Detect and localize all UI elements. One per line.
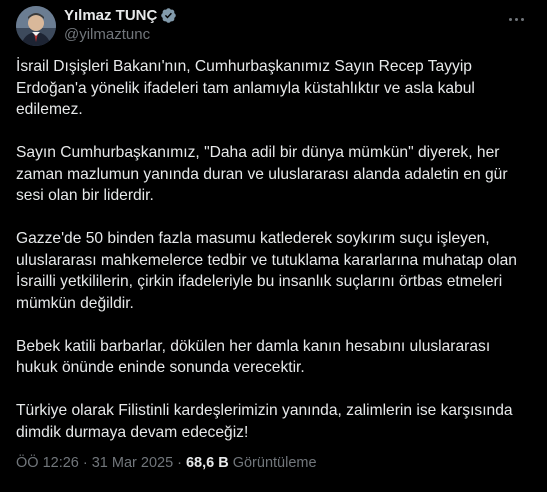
avatar[interactable] [16,6,56,46]
tweet-paragraph: İsrail Dışişleri Bakanı'nın, Cumhurbaşka… [16,58,475,118]
tweet-time[interactable]: ÖÖ 12:26 [16,455,79,471]
tweet-date[interactable]: 31 Mar 2025 [92,455,173,471]
tweet: Yılmaz TUNÇ @yilmaztunc İsrail Dışişleri… [0,0,547,492]
author-names: Yılmaz TUNÇ @yilmaztunc [64,6,531,43]
tweet-paragraph: Türkiye olarak Filistinli kardeşlerimizi… [16,402,513,441]
display-name[interactable]: Yılmaz TUNÇ [64,7,157,24]
tweet-meta: ÖÖ 12:26 · 31 Mar 2025 · 68,6 B Görüntül… [16,455,317,471]
meta-separator: · [177,455,182,471]
views-count: 68,6 B [185,455,229,471]
tweet-paragraph: Bebek katili barbarlar, dökülen her daml… [16,337,491,377]
views-label: Görüntüleme [232,455,317,471]
more-options-icon[interactable] [499,2,533,36]
tweet-paragraph: Gazze'de 50 binden fazla masumu katleder… [16,230,517,312]
verified-badge-icon [160,7,177,24]
handle[interactable]: @yilmaztunc [64,26,531,43]
tweet-text: İsrail Dışişleri Bakanı'nın, Cumhurbaşka… [16,56,534,443]
tweet-paragraph: Sayın Cumhurbaşkanımız, "Daha adil bir d… [16,144,508,204]
meta-separator: · [82,455,88,471]
tweet-header: Yılmaz TUNÇ @yilmaztunc [16,6,531,50]
